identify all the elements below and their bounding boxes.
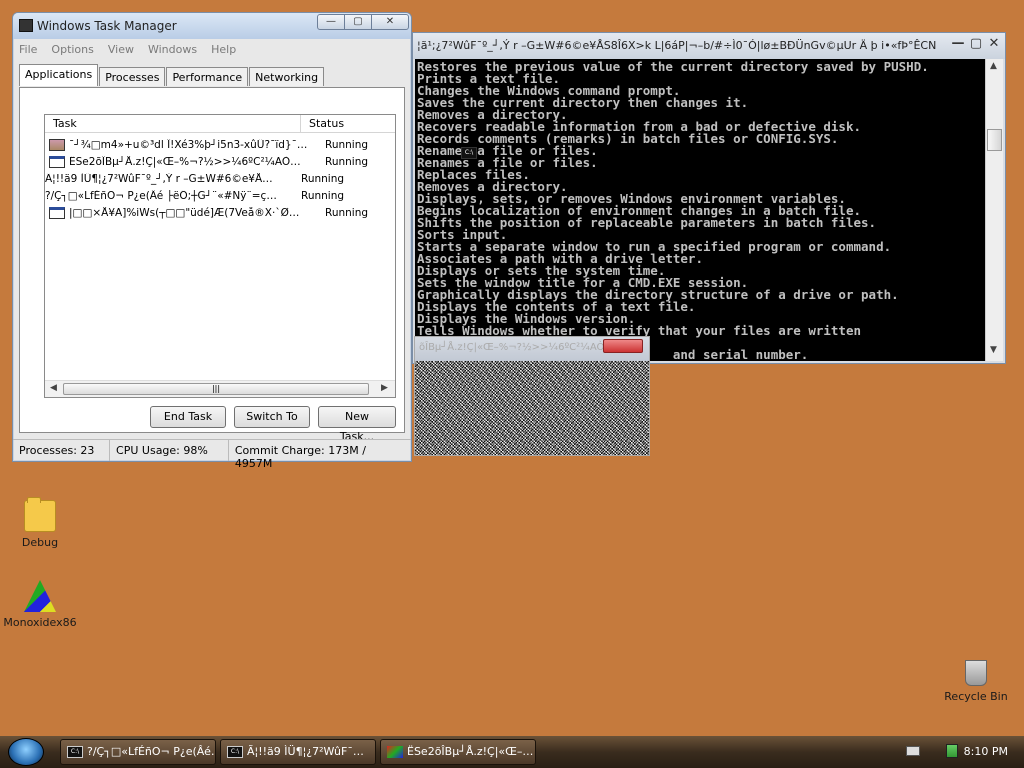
scroll-up-icon[interactable]: ▲ bbox=[990, 61, 997, 71]
tab-strip: Applications Processes Performance Netwo… bbox=[19, 64, 325, 86]
menu-view[interactable]: View bbox=[108, 43, 134, 56]
menu-options[interactable]: Options bbox=[51, 43, 93, 56]
folder-icon bbox=[24, 497, 56, 532]
task-rows: ¯┘¾□m4»+u©³dl Î!Xé3%þ┘i5n3-xûÛ?¯ïd}¯… Run… bbox=[45, 133, 477, 221]
task-list[interactable]: Task Status ¯┘¾□m4»+u©³dl Î!Xé3%þ┘i5n3-x… bbox=[44, 114, 477, 398]
status-cpu-usage: CPU Usage: 98% bbox=[110, 440, 229, 461]
keyboard-icon[interactable] bbox=[906, 746, 920, 756]
cmd-icon: C:\ bbox=[461, 147, 477, 159]
task-status: Running bbox=[301, 189, 345, 202]
applications-panel: Task Status ¯┘¾□m4»+u©³dl Î!Xé3%þ┘i5n3-x… bbox=[19, 87, 477, 443]
network-icon[interactable] bbox=[946, 744, 958, 758]
cmd-maximize-button[interactable]: ▢ bbox=[967, 37, 985, 53]
recycle-bin-icon bbox=[965, 660, 987, 686]
cmd-title: ¦ã¹;¿7²WûF¯º_┘,Ý r –G±W#6©e¥ÅS8Î6X>k L|6… bbox=[417, 39, 937, 52]
taskbar-button-label: ËSe2õÎBµ┘Å.z!Ç|«Œ–… bbox=[407, 745, 534, 758]
minimize-button[interactable]: — bbox=[317, 14, 345, 30]
task-row[interactable]: C:\ Ã¦!!ä9 ÌÜ¶¦¿7²WûF¯º_┘,Ý r –G±W#6©e¥Å…… bbox=[45, 147, 477, 187]
image-icon bbox=[49, 138, 65, 151]
task-manager-icon bbox=[19, 19, 33, 32]
column-status[interactable]: Status bbox=[301, 115, 395, 132]
taskbar-button-2[interactable]: C:\ Ã¦!!ä9 ÌÜ¶¦¿7²WûF¯… bbox=[220, 739, 376, 765]
status-processes: Processes: 23 bbox=[13, 440, 111, 461]
task-name: ¯┘¾□m4»+u©³dl Î!Xé3%þ┘i5n3-xûÛ?¯ïd}¯… bbox=[69, 138, 308, 151]
cmd-minimize-button[interactable]: — bbox=[949, 37, 967, 53]
clock[interactable]: 8:10 PM bbox=[964, 745, 1008, 758]
paint-icon bbox=[387, 746, 403, 758]
taskbar-button-1[interactable]: C:\ ?/Ç┐□«LfÉñO¬ P¿e(Âé… bbox=[60, 739, 216, 765]
tab-networking[interactable]: Networking bbox=[249, 67, 325, 86]
switch-to-button[interactable]: Switch To bbox=[234, 406, 310, 428]
maximize-button[interactable]: ▢ bbox=[344, 14, 372, 30]
new-task-button[interactable]: New Task... bbox=[318, 406, 396, 443]
noise-title-bar[interactable]: õÎBµ┘Å.z!Ç|«Œ–%¬?½>>¼6ºC²¼AÒ… bbox=[415, 337, 649, 361]
taskbar-button-label: Ã¦!!ä9 ÌÜ¶¦¿7²WûF¯… bbox=[247, 745, 364, 758]
desktop-icon-label: Debug bbox=[21, 536, 59, 549]
cmd-window[interactable]: ¦ã¹;¿7²WûF¯º_┘,Ý r –G±W#6©e¥ÅS8Î6X>k L|6… bbox=[412, 32, 1006, 364]
status-commit-charge: Commit Charge: 173M / 4957M bbox=[234, 444, 366, 470]
cmd-output[interactable]: Restores the previous value of the curre… bbox=[415, 59, 985, 361]
tab-performance[interactable]: Performance bbox=[166, 67, 249, 86]
menu-help[interactable]: Help bbox=[211, 43, 236, 56]
task-status: Running bbox=[325, 155, 369, 168]
window-icon bbox=[49, 155, 65, 168]
taskbar-button-3[interactable]: ËSe2õÎBµ┘Å.z!Ç|«Œ–… bbox=[380, 739, 536, 765]
close-button[interactable]: ✕ bbox=[371, 14, 409, 30]
cmd-title-bar[interactable]: ¦ã¹;¿7²WûF¯º_┘,Ý r –G±W#6©e¥ÅS8Î6X>k L|6… bbox=[413, 33, 1005, 59]
cmd-close-button[interactable]: ✕ bbox=[985, 37, 1003, 53]
task-manager-title-bar[interactable]: Windows Task Manager — ▢ ✕ bbox=[13, 13, 411, 39]
task-row[interactable]: ËSe2õÎBµ┘Å.z!Ç|«Œ–%¬?½>>¼6ºC²¼AÒ… Running bbox=[45, 153, 395, 170]
taskbar-button-label: ?/Ç┐□«LfÉñO¬ P¿e(Âé… bbox=[87, 745, 216, 758]
task-name: ËSe2õÎBµ┘Å.z!Ç|«Œ–%¬?½>>¼6ºC²¼AÒ… bbox=[69, 155, 301, 168]
menu-windows[interactable]: Windows bbox=[148, 43, 197, 56]
desktop-icon-recycle-bin[interactable]: Recycle Bin bbox=[936, 660, 1016, 703]
task-row[interactable]: C:\ ?/Ç┐□«LfÉñO¬ P¿e(Âé ├ëÕ;┼G┘¨«#Nÿ¨=ç… R… bbox=[45, 147, 477, 204]
tab-processes[interactable]: Processes bbox=[99, 67, 166, 86]
scroll-thumb[interactable]: ||| bbox=[63, 383, 369, 395]
task-row[interactable]: |□□×Å¥A]%iWs(┬□□"üdé]Æ(7Veå®X·`Ø… Running bbox=[45, 204, 395, 221]
task-name: ?/Ç┐□«LfÉñO¬ P¿e(Âé ├ëÕ;┼G┘¨«#Nÿ¨=ç… bbox=[45, 189, 277, 202]
task-status: Running bbox=[325, 138, 369, 151]
task-name: |□□×Å¥A]%iWs(┬□□"üdé]Æ(7Veå®X·`Ø… bbox=[69, 206, 300, 219]
scroll-left-icon[interactable]: ◀ bbox=[50, 383, 57, 393]
start-button[interactable] bbox=[8, 738, 44, 766]
task-status: Running bbox=[325, 206, 369, 219]
task-manager-window[interactable]: Windows Task Manager — ▢ ✕ File Options … bbox=[12, 12, 477, 470]
menu-file[interactable]: File bbox=[19, 43, 37, 56]
task-name: Ã¦!!ä9 ÌÜ¶¦¿7²WûF¯º_┘,Ý r –G±W#6©e¥Å… bbox=[45, 172, 273, 185]
cmd-icon: C:\ bbox=[67, 746, 83, 758]
desktop-icon-label: Monoxidex86 bbox=[3, 616, 77, 629]
cmd-icon: C:\ bbox=[227, 746, 243, 758]
task-list-header: Task Status bbox=[45, 115, 395, 133]
column-task[interactable]: Task bbox=[45, 115, 301, 132]
menu-bar: File Options View Windows Help bbox=[13, 39, 411, 59]
task-row[interactable]: ¯┘¾□m4»+u©³dl Î!Xé3%þ┘i5n3-xûÛ?¯ïd}¯… Run… bbox=[45, 136, 395, 153]
task-list-horizontal-scrollbar[interactable]: ◀ ||| ▶ bbox=[45, 380, 395, 397]
app-icon bbox=[24, 580, 56, 612]
desktop-icon-debug[interactable]: Debug bbox=[0, 497, 80, 549]
scroll-down-icon[interactable]: ▼ bbox=[990, 345, 997, 355]
desktop-icon-monoxidex86[interactable]: Monoxidex86 bbox=[0, 580, 80, 629]
task-status: Running bbox=[301, 172, 345, 185]
noise-window[interactable]: õÎBµ┘Å.z!Ç|«Œ–%¬?½>>¼6ºC²¼AÒ… bbox=[414, 336, 650, 456]
window-icon bbox=[49, 206, 65, 219]
status-bar: Processes: 23 CPU Usage: 98% Commit Char… bbox=[13, 439, 411, 470]
tab-applications[interactable]: Applications bbox=[19, 64, 99, 86]
taskbar: C:\ ?/Ç┐□«LfÉñO¬ P¿e(Âé… C:\ Ã¦!!ä9 ÌÜ¶¦… bbox=[0, 736, 1024, 768]
end-task-button[interactable]: End Task bbox=[150, 406, 226, 428]
task-manager-title: Windows Task Manager bbox=[37, 19, 177, 33]
noise-title: õÎBµ┘Å.z!Ç|«Œ–%¬?½>>¼6ºC²¼AÒ… bbox=[419, 342, 615, 353]
cmd-vertical-scrollbar[interactable]: ▲ ▼ bbox=[985, 59, 1003, 361]
scroll-thumb[interactable] bbox=[987, 129, 1002, 151]
system-tray: 8:10 PM bbox=[884, 736, 1024, 768]
desktop-icon-label: Recycle Bin bbox=[944, 690, 1008, 703]
noise-canvas bbox=[415, 361, 649, 455]
scroll-right-icon[interactable]: ▶ bbox=[381, 383, 388, 393]
noise-close-button[interactable] bbox=[603, 339, 643, 353]
